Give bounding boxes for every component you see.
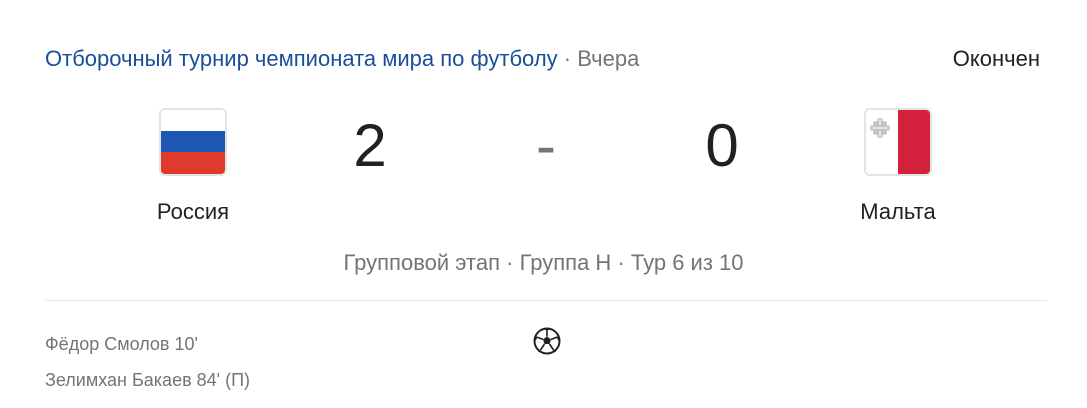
match-date: Вчера <box>577 46 640 71</box>
match-stage: Групповой этап · Группа H · Тур 6 из 10 <box>0 248 1087 278</box>
header-separator: · <box>563 46 572 71</box>
stage-separator-1: · <box>506 250 514 275</box>
match-header: Отборочный турнир чемпионата мира по фут… <box>45 44 639 74</box>
home-scorers-list: Фёдор Смолов 10' Зелимхан Бакаев 84' (П) <box>45 326 250 398</box>
stage-phase: Групповой этап <box>343 250 500 275</box>
scorer-item: Зелимхан Бакаев 84' (П) <box>45 370 251 390</box>
away-score: 0 <box>705 112 739 179</box>
home-team[interactable]: Россия <box>113 108 273 226</box>
home-score: 2 <box>353 112 387 179</box>
scorer-item: Фёдор Смолов 10' <box>45 334 198 354</box>
stage-separator-2: · <box>617 250 625 275</box>
soccer-ball-icon <box>532 326 562 356</box>
match-status: Окончен <box>952 46 1040 71</box>
malta-flag-icon[interactable] <box>864 108 932 176</box>
tournament-link[interactable]: Отборочный турнир чемпионата мира по фут… <box>45 46 558 71</box>
home-team-name[interactable]: Россия <box>113 198 273 226</box>
russia-flag-icon[interactable] <box>159 108 227 176</box>
away-team-name[interactable]: Мальта <box>818 198 978 226</box>
match-card: Отборочный турнир чемпионата мира по фут… <box>0 0 1087 408</box>
score-dash: - <box>536 112 556 179</box>
stage-round: Тур 6 из 10 <box>630 250 744 275</box>
away-team[interactable]: Мальта <box>818 108 978 226</box>
divider <box>45 300 1047 301</box>
stage-group: Группа H <box>519 250 612 275</box>
